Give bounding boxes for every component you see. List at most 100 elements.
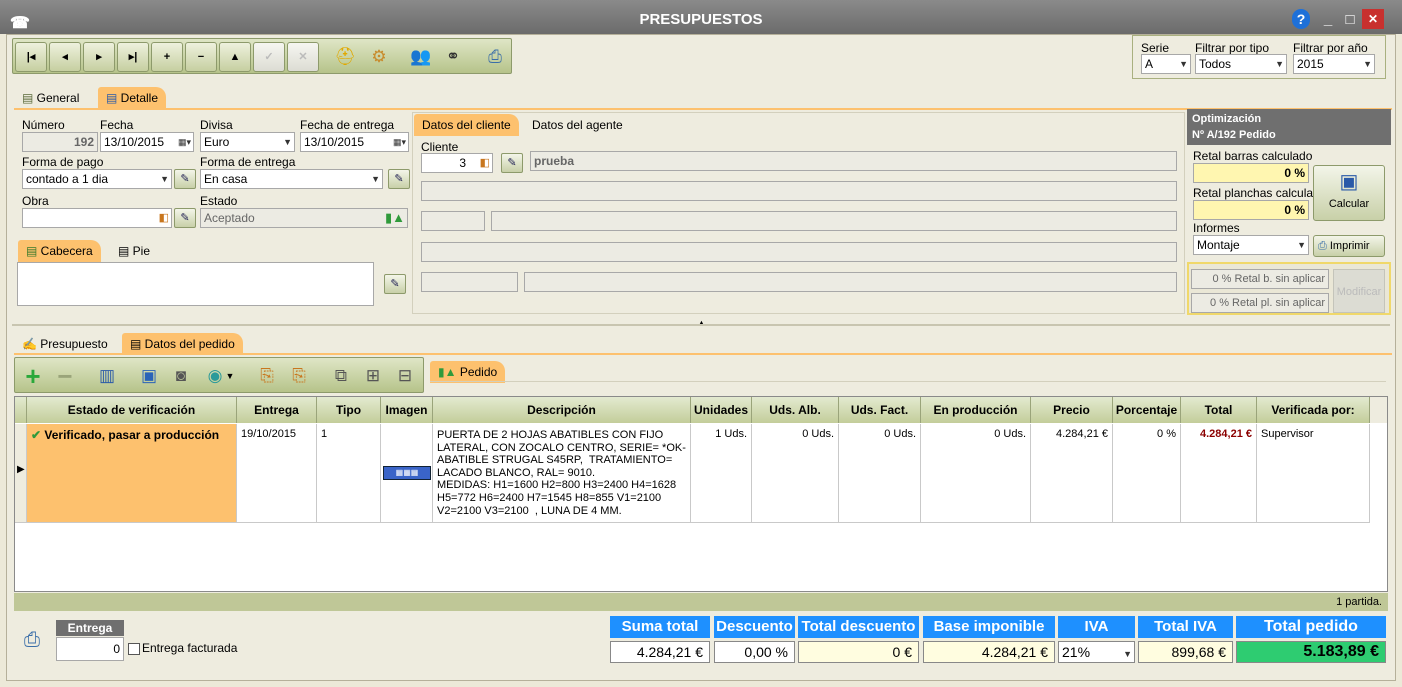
calendar-icon[interactable]: ▦▾: [393, 133, 406, 151]
uds-alb-cell[interactable]: 0 Uds.: [752, 424, 839, 522]
cliente-provincia-field: [421, 242, 1177, 262]
document-a-icon[interactable]: ⎘: [251, 361, 283, 391]
delete-record-button[interactable]: −: [185, 42, 217, 72]
edit-cabecera-icon[interactable]: ✎: [384, 274, 406, 294]
column-header[interactable]: Descripción: [433, 397, 691, 423]
previous-record-button[interactable]: ◂: [49, 42, 81, 72]
total-pedido-label: Total pedido: [1236, 616, 1386, 638]
uds-fact-cell[interactable]: 0 Uds.: [839, 424, 921, 522]
splitter-line[interactable]: [12, 324, 1390, 326]
tab-cabecera[interactable]: ▤ Cabecera: [18, 240, 101, 262]
calendar-icon[interactable]: ▦▾: [178, 133, 191, 151]
document-f-icon[interactable]: ⎘: [283, 361, 315, 391]
unidades-cell[interactable]: 1 Uds.: [691, 424, 752, 522]
estado-verificacion-cell[interactable]: ✔ Verificado, pasar a producción: [27, 424, 237, 522]
remove-line-icon[interactable]: −: [49, 361, 81, 391]
divisa-select[interactable]: Euro ▼: [200, 132, 295, 152]
next-record-button[interactable]: ▸: [83, 42, 115, 72]
accept-button[interactable]: ✓: [253, 42, 285, 72]
chevron-down-icon[interactable]: ▼: [223, 361, 237, 391]
navigation-toolbar: |◂ ◂ ▸ ▸| + − ▲ ✓ ✕ ⛑ ⚙ 👥 ⚭ ⎙: [12, 38, 512, 74]
tab-datos-agente[interactable]: Datos del agente: [524, 114, 631, 136]
camera-icon[interactable]: ◙: [165, 361, 197, 391]
descuento-field[interactable]: 0,00 %: [714, 641, 795, 663]
tab-presupuesto[interactable]: ✍ Presupuesto: [14, 333, 116, 355]
column-header[interactable]: Uds. Fact.: [839, 397, 921, 423]
fecha-entrega-field[interactable]: 13/10/2015 ▦▾: [300, 132, 409, 152]
imprimir-button[interactable]: ⎙ Imprimir: [1313, 235, 1385, 257]
edit-record-button[interactable]: ▲: [219, 42, 251, 72]
tab-datos-pedido[interactable]: ▤ Datos del pedido: [122, 333, 243, 355]
last-record-button[interactable]: ▸|: [117, 42, 149, 72]
tab-pedido[interactable]: ▮▲ Pedido: [430, 361, 506, 383]
imagen-cell[interactable]: ▦▦▦: [381, 424, 433, 522]
total-cell[interactable]: 4.284,21 €: [1181, 424, 1257, 522]
column-header[interactable]: Estado de verificación: [27, 397, 237, 423]
column-header[interactable]: Entrega: [237, 397, 317, 423]
column-header[interactable]: Unidades: [691, 397, 752, 423]
binoculars-icon[interactable]: ⚭: [437, 42, 469, 72]
entrega-field[interactable]: 0: [56, 637, 124, 661]
cancel-button[interactable]: ✕: [287, 42, 319, 72]
search-folder-icon[interactable]: ◧: [159, 209, 169, 227]
porcentaje-cell[interactable]: 0 %: [1113, 424, 1181, 522]
forma-entrega-select[interactable]: En casa ▼: [200, 169, 383, 189]
en-produccion-cell[interactable]: 0 Uds.: [921, 424, 1031, 522]
precio-cell[interactable]: 4.284,21 €: [1031, 424, 1113, 522]
tab-detalle[interactable]: ▤ Detalle: [98, 87, 167, 109]
edit-cliente-icon[interactable]: ✎: [501, 153, 523, 173]
close-button[interactable]: ✕: [1362, 9, 1384, 29]
entrega-facturada-label: Entrega facturada: [142, 641, 238, 655]
tab-pie[interactable]: ▤ Pie: [110, 240, 158, 262]
tipo-cell[interactable]: 1: [317, 424, 381, 522]
column-header[interactable]: Total: [1181, 397, 1257, 423]
chevron-down-icon: ▼: [371, 174, 380, 184]
obra-field[interactable]: ◧: [22, 208, 172, 228]
column-header[interactable]: Tipo: [317, 397, 381, 423]
add-record-button[interactable]: +: [151, 42, 183, 72]
edit-forma-pago-icon[interactable]: ✎: [174, 169, 196, 189]
printer-icon[interactable]: ⎙: [24, 629, 40, 652]
copy-icon[interactable]: ⧉: [325, 361, 357, 391]
entrega-facturada-checkbox[interactable]: [128, 643, 140, 655]
add-line-icon[interactable]: +: [17, 361, 49, 391]
column-header[interactable]: Imagen: [381, 397, 433, 423]
first-record-button[interactable]: |◂: [15, 42, 47, 72]
verificada-por-cell[interactable]: Supervisor: [1257, 424, 1370, 522]
column-header[interactable]: Precio: [1031, 397, 1113, 423]
tab-general[interactable]: ▤ General: [14, 87, 87, 109]
iva-select[interactable]: 21% ▼: [1058, 641, 1135, 663]
cliente-codigo-field[interactable]: 3 ◧: [421, 153, 493, 173]
modificar-button[interactable]: Modificar: [1333, 269, 1385, 313]
column-header[interactable]: En producción: [921, 397, 1031, 423]
image-icon[interactable]: ▣: [133, 361, 165, 391]
descripcion-cell[interactable]: PUERTA DE 2 HOJAS ABATIBLES CON FIJO LAT…: [433, 424, 691, 522]
remove-component-icon[interactable]: ⊟: [389, 361, 421, 391]
edit-forma-entrega-icon[interactable]: ✎: [388, 169, 410, 189]
help-button[interactable]: ?: [1292, 9, 1310, 29]
splitter-arrow-icon[interactable]: ▲: [697, 318, 706, 328]
cabecera-textarea[interactable]: [17, 262, 374, 306]
users-icon[interactable]: 👥: [405, 42, 437, 72]
grid-settings-icon[interactable]: ▥: [91, 361, 123, 391]
entrega-cell[interactable]: 19/10/2015: [237, 424, 317, 522]
informes-select[interactable]: Montaje ▼: [1193, 235, 1309, 255]
column-header[interactable]: Uds. Alb.: [752, 397, 839, 423]
add-component-icon[interactable]: ⊞: [357, 361, 389, 391]
forklift-icon[interactable]: ⚙: [363, 42, 395, 72]
fecha-field[interactable]: 13/10/2015 ▦▾: [100, 132, 194, 152]
row-selector-icon[interactable]: ▶: [15, 424, 27, 522]
tab-datos-cliente[interactable]: Datos del cliente: [414, 114, 519, 136]
printer-icon[interactable]: ⎙: [479, 42, 511, 72]
column-header[interactable]: Verificada por:: [1257, 397, 1370, 423]
edit-obra-icon[interactable]: ✎: [174, 208, 196, 228]
helmet-icon[interactable]: ⛑: [329, 42, 361, 72]
table-row[interactable]: ▶ ✔ Verificado, pasar a producción 19/10…: [15, 424, 1370, 523]
column-header[interactable]: Porcentaje: [1113, 397, 1181, 423]
serie-select[interactable]: A ▼: [1141, 54, 1191, 74]
search-folder-icon[interactable]: ◧: [480, 154, 490, 172]
forma-pago-select[interactable]: contado a 1 dia ▼: [22, 169, 172, 189]
anio-filter-select[interactable]: 2015 ▼: [1293, 54, 1375, 74]
calcular-button[interactable]: ▣ Calcular: [1313, 165, 1385, 221]
tipo-filter-select[interactable]: Todos ▼: [1195, 54, 1287, 74]
